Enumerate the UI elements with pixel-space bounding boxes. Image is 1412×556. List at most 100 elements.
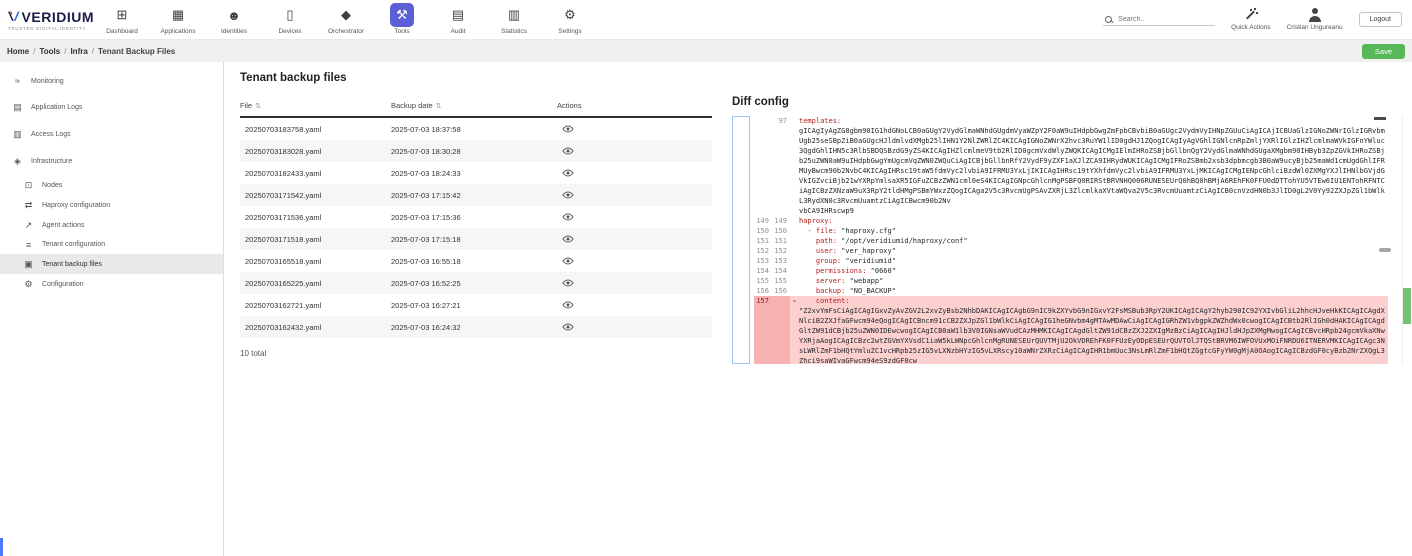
user-menu[interactable]: Cristian Ungureanu (1287, 8, 1343, 31)
diff-line-text: backup: "NO_BACKUP" (799, 286, 1388, 296)
sort-icon[interactable]: ⇅ (436, 102, 442, 110)
diff-change-marker (790, 236, 799, 246)
diff-panel: Diff config 97 templates: gICAgIyAgZG8gb… (728, 62, 1412, 556)
sidebar-item[interactable]: ▥ Access Logs (0, 121, 223, 148)
sort-icon[interactable]: ⇅ (255, 102, 261, 110)
sidebar-item[interactable]: ▤ Application Logs (0, 94, 223, 121)
view-backup-button[interactable] (562, 279, 712, 287)
diff-old-line-number: 151 (754, 236, 772, 246)
diff-old-line-number: 156 (754, 286, 772, 296)
save-button[interactable]: Save (1362, 44, 1405, 59)
nav-item[interactable]: ▦ Applications (150, 0, 206, 39)
table-column-header[interactable]: Backup date ⇅ (391, 101, 557, 110)
quick-actions-label: Quick Actions (1231, 24, 1270, 31)
tenant-config-icon: ≡ (23, 240, 34, 250)
diff-row: 153 153 group: "veridiumid" (754, 256, 1388, 266)
nav-item[interactable]: ⚙ Settings (542, 0, 598, 39)
breadcrumb-separator: / (33, 47, 35, 56)
diff-collapse-control[interactable] (1374, 117, 1386, 120)
nav-item[interactable]: ⚒ Tools (374, 0, 430, 39)
eye-icon (562, 213, 574, 221)
sidebar-scrollbar-thumb[interactable] (0, 538, 3, 556)
breadcrumb-separator: / (64, 47, 66, 56)
diff-change-marker (790, 286, 799, 296)
table-body: 20250703183758.yaml 2025-07-03 18:37:58 (240, 118, 712, 338)
file-name-cell: 20250703182433.yaml (245, 169, 391, 178)
quick-actions-button[interactable]: Quick Actions (1231, 8, 1270, 31)
view-backup-button[interactable] (562, 213, 712, 221)
diff-scrollbar-thumb[interactable] (1379, 248, 1391, 252)
breadcrumb-link[interactable]: Tenant Backup Files (98, 47, 175, 56)
diff-title: Diff config (732, 96, 1412, 108)
brand-tagline: TRUSTED DIGITAL IDENTITY (8, 26, 94, 31)
file-name-cell: 20250703171536.yaml (245, 213, 391, 222)
nav-item[interactable]: ⊞ Dashboard (94, 0, 150, 39)
statistics-icon: ▥ (508, 7, 520, 23)
diff-line-text: user: "ver_haproxy" (799, 246, 1388, 256)
table-row: 20250703162721.yaml 2025-07-03 16:27:21 (240, 294, 712, 316)
view-backup-button[interactable] (562, 301, 712, 309)
file-name-cell: 20250703183758.yaml (245, 125, 391, 134)
view-backup-button[interactable] (562, 147, 712, 155)
diff-row: 157 - content: "Z2xvYmFsCiAgICAgIGxvZyAv… (754, 296, 1388, 364)
view-backup-button[interactable] (562, 235, 712, 243)
diff-row: 151 151 path: "/opt/veridiumid/haproxy/c… (754, 236, 1388, 246)
diff-row: 149 149 haproxy: (754, 216, 1388, 226)
eye-icon (562, 125, 574, 133)
diff-minimap (1402, 116, 1412, 364)
sidebar-item[interactable]: ≡ Tenant configuration (0, 235, 223, 254)
breadcrumb-link[interactable]: Tools (39, 47, 60, 56)
search-input[interactable] (1118, 16, 1210, 23)
sidebar: ≈ Monitoring ▤ Application Logs ▥ Access… (0, 62, 224, 556)
table-column-header[interactable]: File ⇅ (240, 101, 391, 110)
sidebar-item[interactable]: ⇄ Haproxy configuration (0, 195, 223, 215)
nav-item[interactable]: ☻ Identities (206, 0, 262, 39)
nav-item[interactable]: ▯ Devices (262, 0, 318, 39)
backup-date-cell: 2025-07-03 16:24:32 (391, 323, 557, 332)
sidebar-item[interactable]: ◈ Infrastructure (0, 148, 223, 175)
view-backup-button[interactable] (562, 191, 712, 199)
diff-line-text: haproxy: (799, 216, 1388, 226)
diff-line-text: - file: "haproxy.cfg" (799, 226, 1388, 236)
audit-icon: ▤ (452, 7, 464, 23)
page-title: Tenant backup files (240, 72, 712, 84)
eye-icon (562, 235, 574, 243)
view-backup-button[interactable] (562, 257, 712, 265)
view-backup-button[interactable] (562, 125, 712, 133)
breadcrumb-link[interactable]: Infra (70, 47, 87, 56)
diff-old-line-number: 152 (754, 246, 772, 256)
brand-name: VERIDIUM (22, 9, 94, 25)
diff-old-line-number: 157 (754, 296, 772, 364)
logout-button[interactable]: Logout (1359, 12, 1402, 27)
sidebar-item[interactable]: ⚙ Configuration (0, 274, 223, 294)
file-name-cell: 20250703165518.yaml (245, 257, 391, 266)
sidebar-item[interactable]: ↗ Agent actions (0, 215, 223, 235)
agent-actions-icon: ↗ (23, 220, 34, 231)
tenant-backup-icon: ▣ (23, 259, 34, 270)
diff-new-line-number: 154 (772, 266, 790, 276)
diff-line-text: templates: gICAgIyAgZG8gbm90IG1hdGNoLCB0… (799, 116, 1388, 216)
breadcrumb-link[interactable]: Home (7, 47, 29, 56)
nav-item[interactable]: ▥ Statistics (486, 0, 542, 39)
sidebar-item[interactable]: ≈ Monitoring (0, 68, 223, 94)
user-name: Cristian Ungureanu (1287, 24, 1343, 31)
nav-item[interactable]: ◆ Orchestrator (318, 0, 374, 39)
breadcrumb-separator: / (92, 47, 94, 56)
table-row: 20250703165225.yaml 2025-07-03 16:52:25 (240, 272, 712, 294)
file-name-cell: 20250703171518.yaml (245, 235, 391, 244)
haproxy-icon: ⇄ (23, 200, 34, 211)
diff-new-line-number: 150 (772, 226, 790, 236)
primary-nav: ⊞ Dashboard ▦ Applications ☻ Identities … (94, 0, 598, 39)
view-backup-button[interactable] (562, 323, 712, 331)
view-backup-button[interactable] (562, 169, 712, 177)
sidebar-item[interactable]: ▣ Tenant backup files (0, 254, 223, 274)
table-header-row: File ⇅ Backup date ⇅ Actions (240, 97, 712, 118)
table-column-header[interactable]: Actions (557, 101, 712, 110)
table-row: 20250703183028.yaml 2025-07-03 18:30:28 (240, 140, 712, 162)
sidebar-item[interactable]: ⊡ Nodes (0, 175, 223, 195)
access-logs-icon: ▥ (12, 129, 23, 140)
diff-new-line-number: 155 (772, 276, 790, 286)
diff-row: 154 154 permissions: "0660" (754, 266, 1388, 276)
nav-item[interactable]: ▤ Audit (430, 0, 486, 39)
diff-viewer: 97 templates: gICAgIyAgZG8gbm90IG1hdGNoL… (732, 116, 1412, 364)
